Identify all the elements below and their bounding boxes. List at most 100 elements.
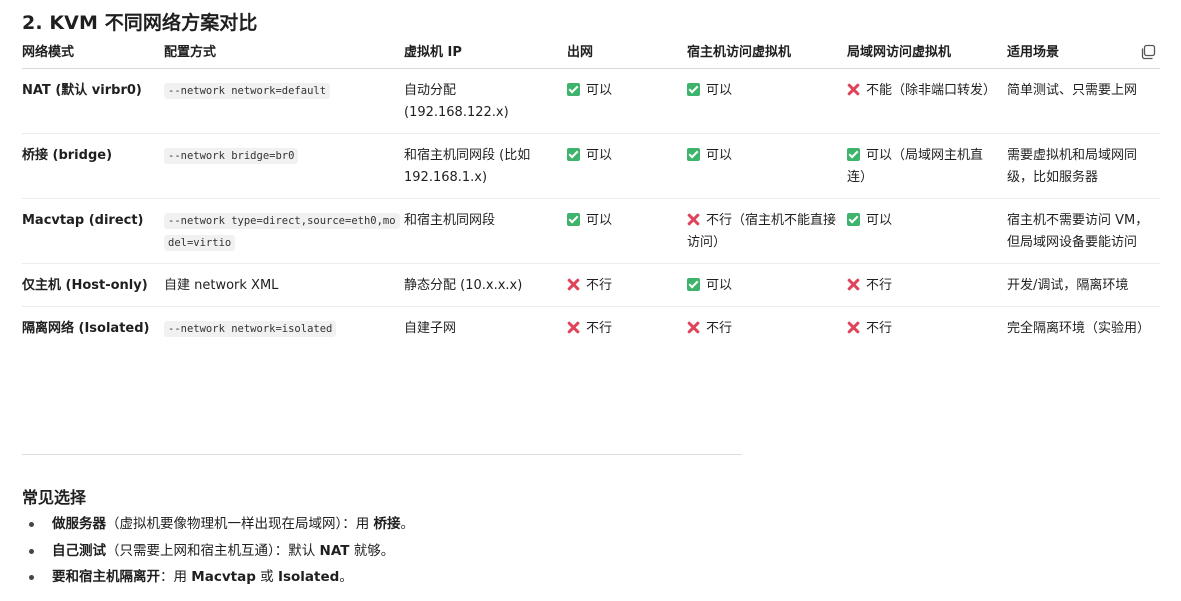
mode-cell: 桥接 (bridge) (22, 133, 164, 199)
cross-icon (687, 213, 700, 226)
choice-strong: Macvtap (191, 569, 256, 585)
ip-cell: 静态分配 (10.x.x.x) (404, 263, 567, 307)
config-code: --network network=default (164, 83, 331, 99)
host-access-value: 不行 (706, 321, 733, 336)
table-row: 隔离网络 (Isolated) --network network=isolat… (22, 307, 1160, 350)
list-item: 做服务器（虚拟机要像物理机一样出现在局域网）：用 桥接。 (22, 511, 414, 538)
section-title: 2. KVM 不同网络方案对比 (22, 12, 258, 34)
choice-strong: 桥接 (373, 516, 401, 532)
config-cell: 自建 network XML (164, 263, 404, 307)
table-row: 桥接 (bridge) --network bridge=br0 和宿主机同网段… (22, 133, 1160, 199)
column-header: 出网 (567, 38, 687, 69)
host-access-value: 可以 (706, 278, 733, 293)
scene-cell: 宿主机不需要访问 VM，但局域网设备要能访问 (1007, 198, 1160, 264)
host-access-cell: 可以 (687, 68, 847, 134)
host-access-value: 不行（宿主机不能直接访问） (687, 213, 837, 250)
lan-access-cell: 不能（除非端口转发） (847, 68, 1007, 134)
outbound-value: 可以 (586, 83, 613, 98)
column-header: 配置方式 (164, 38, 404, 69)
scene-cell: 需要虚拟机和局域网同级，比如服务器 (1007, 133, 1160, 199)
host-access-value: 可以 (706, 83, 733, 98)
outbound-cell: 不行 (567, 263, 687, 307)
choice-text: （虚拟机要像物理机一样出现在局域网）：用 (106, 516, 374, 532)
cross-icon (847, 321, 860, 334)
column-header: 适用场景 (1007, 38, 1160, 69)
cross-icon (847, 278, 860, 291)
config-code: --network bridge=br0 (164, 148, 299, 164)
ip-cell: 自动分配 (192.168.122.x) (404, 68, 567, 134)
scene-cell: 完全隔离环境（实验用） (1007, 321, 1151, 336)
list-item: 要和宿主机隔离开：用 Macvtap 或 Isolated。 (22, 564, 414, 591)
mode-cell: Macvtap (direct) (22, 198, 164, 264)
choice-text: （只需要上网和宿主机互通）：默认 (106, 542, 320, 559)
outbound-value: 不行 (586, 278, 613, 293)
config-cell: --network type=direct,source=eth0,model=… (164, 198, 404, 264)
ip-cell: 自建子网 (404, 321, 457, 336)
choice-lead: 自己测试 (52, 542, 106, 559)
lan-access-value: 可以（局域网主机直连） (847, 148, 984, 185)
choice-strong: Isolated (277, 569, 340, 585)
copy-table-button[interactable] (1139, 43, 1157, 61)
choice-text: ：用 (160, 569, 192, 585)
lan-access-value: 不行 (866, 321, 893, 336)
outbound-value: 可以 (586, 148, 613, 163)
comparison-table: 网络模式 配置方式 虚拟机 IP 出网 宿主机访问虚拟机 局域网访问虚拟机 适用… (22, 38, 1160, 349)
outbound-value: 不行 (586, 321, 613, 336)
choice-text: 或 (255, 569, 278, 585)
scene-cell: 开发/调试，隔离环境 (1007, 263, 1160, 307)
check-icon (567, 148, 580, 161)
column-header: 虚拟机 IP (404, 38, 567, 69)
outbound-cell: 可以 (567, 198, 687, 264)
common-choices-title: 常见选择 (22, 488, 87, 507)
column-header: 宿主机访问虚拟机 (687, 38, 847, 69)
check-icon (847, 148, 860, 161)
choice-tail: 就够。 (349, 542, 395, 559)
host-access-value: 可以 (706, 148, 733, 163)
cross-icon (847, 83, 860, 96)
choice-strong: NAT (319, 542, 350, 559)
check-icon (687, 83, 700, 96)
check-icon (567, 83, 580, 96)
lan-access-cell: 可以 (847, 198, 1007, 264)
column-header: 局域网访问虚拟机 (847, 38, 1007, 69)
list-item: 自己测试（只需要上网和宿主机互通）：默认 NAT 就够。 (22, 538, 414, 565)
config-cell: --network network=isolated (164, 307, 404, 350)
common-choices-list: 做服务器（虚拟机要像物理机一样出现在局域网）：用 桥接。 自己测试（只需要上网和… (22, 511, 414, 591)
scene-cell: 简单测试、只需要上网 (1007, 68, 1160, 134)
cross-icon (567, 278, 580, 291)
outbound-cell: 可以 (567, 133, 687, 199)
outbound-cell: 不行 (567, 307, 687, 350)
lan-access-value: 可以 (866, 213, 893, 228)
choice-tail: 。 (400, 516, 415, 532)
mode-cell: 隔离网络 (Isolated) (22, 321, 150, 336)
copy-icon (1141, 44, 1156, 60)
divider (22, 454, 742, 455)
table-row: Macvtap (direct) --network type=direct,s… (22, 198, 1160, 264)
host-access-cell: 不行（宿主机不能直接访问） (687, 198, 847, 264)
outbound-value: 可以 (586, 213, 613, 228)
config-code: --network type=direct,source=eth0,model=… (164, 213, 400, 251)
lan-access-cell: 可以（局域网主机直连） (847, 133, 1007, 199)
config-cell: --network bridge=br0 (164, 133, 404, 199)
host-access-cell: 不行 (687, 307, 847, 350)
check-icon (847, 213, 860, 226)
mode-cell: NAT (默认 virbr0) (22, 68, 164, 134)
choice-lead: 做服务器 (52, 516, 106, 532)
check-icon (687, 148, 700, 161)
column-header: 网络模式 (22, 38, 164, 69)
lan-access-cell: 不行 (847, 263, 1007, 307)
host-access-cell: 可以 (687, 263, 847, 307)
ip-cell: 和宿主机同网段 (比如 192.168.1.x) (404, 133, 567, 199)
cross-icon (687, 321, 700, 334)
cross-icon (567, 321, 580, 334)
lan-access-value: 不能（除非端口转发） (866, 83, 997, 98)
outbound-cell: 可以 (567, 68, 687, 134)
config-cell: --network network=default (164, 68, 404, 134)
choice-lead: 要和宿主机隔离开 (52, 569, 160, 585)
mode-cell: 仅主机 (Host-only) (22, 263, 164, 307)
check-icon (687, 278, 700, 291)
lan-access-value: 不行 (866, 278, 893, 293)
ip-cell: 和宿主机同网段 (404, 198, 567, 264)
check-icon (567, 213, 580, 226)
choice-tail: 。 (339, 569, 353, 585)
